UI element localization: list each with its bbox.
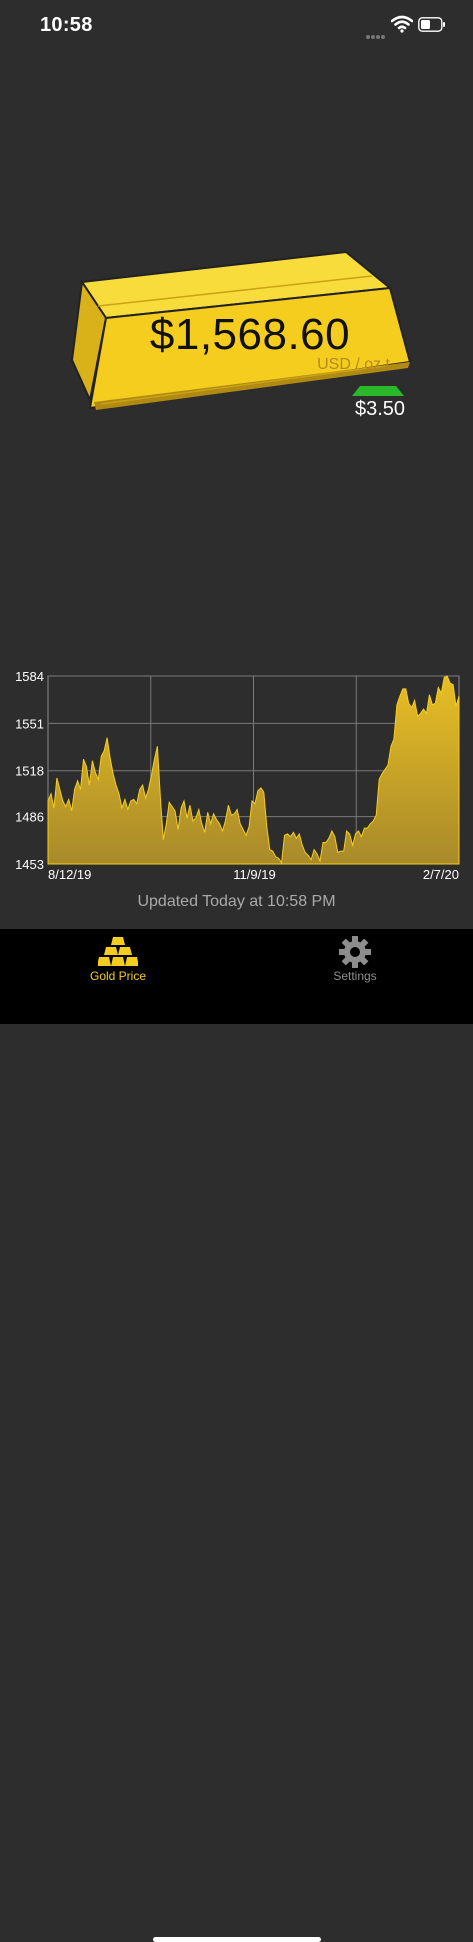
status-time: 10:58 — [40, 14, 93, 36]
price-up-indicator-icon — [352, 386, 404, 396]
price-change-value: $3.50 — [354, 398, 406, 420]
tab-gold-price-label: Gold Price — [89, 969, 147, 983]
tab-settings[interactable]: Settings — [237, 929, 473, 999]
home-indicator — [153, 1937, 321, 1942]
wifi-icon — [391, 15, 413, 33]
y-tick-label: 1453 — [15, 857, 44, 872]
tab-bar: Gold Price Settings — [0, 929, 473, 1942]
y-tick-label: 1551 — [15, 716, 44, 731]
cellular-signal-icon — [366, 26, 386, 44]
battery-icon — [418, 17, 445, 32]
tab-gold-price[interactable]: Gold Price — [0, 929, 236, 999]
gold-price-chart: 1584 1551 1518 1486 1453 8/12/19 11/9/19 2/7/20 — [15, 669, 460, 882]
y-tick-label: 1518 — [15, 764, 44, 779]
x-tick-label: 2/7/20 — [423, 867, 459, 882]
gold-price-value: $1,568.60 — [149, 310, 351, 359]
y-tick-label: 1584 — [15, 669, 44, 684]
price-unit-label: USD / oz t — [317, 356, 390, 373]
tab-settings-label: Settings — [333, 969, 377, 983]
gold-bars-icon — [98, 937, 138, 966]
x-tick-label: 11/9/19 — [233, 867, 275, 882]
status-bar: 10:58 — [0, 0, 473, 52]
updated-timestamp: Updated Today at 10:58 PM — [137, 893, 336, 910]
gear-icon — [339, 936, 371, 968]
y-tick-label: 1486 — [15, 810, 44, 825]
x-tick-label: 8/12/19 — [48, 867, 91, 882]
